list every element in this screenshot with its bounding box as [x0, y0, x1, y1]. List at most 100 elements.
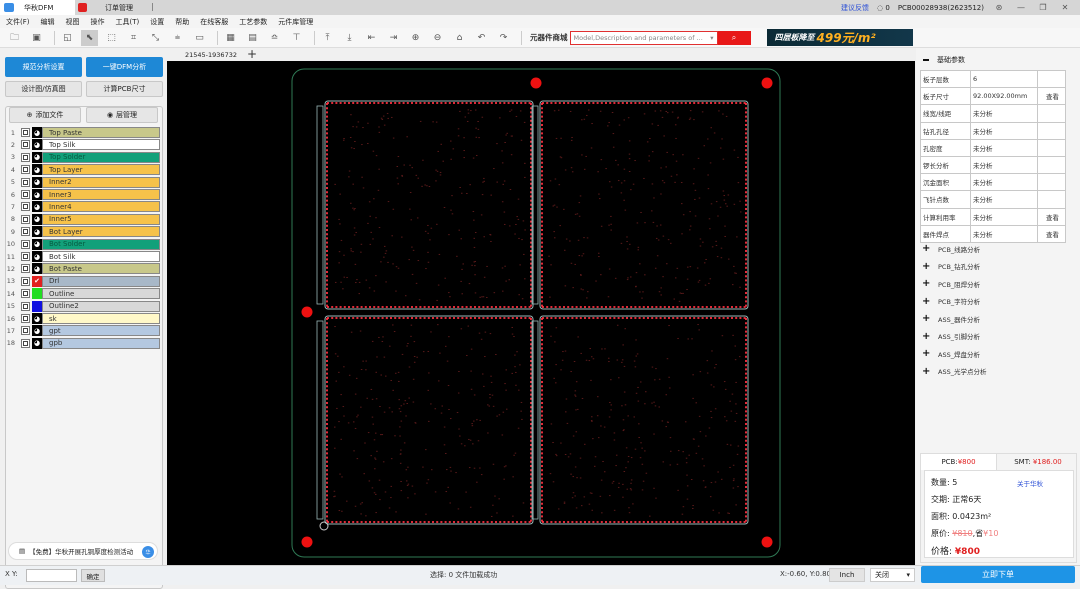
layer-checkbox[interactable]	[21, 276, 30, 286]
expand-icon[interactable]: +	[922, 278, 930, 289]
crop-icon[interactable]: ⌗	[125, 30, 142, 46]
document-tab[interactable]: 21545-1936732	[177, 48, 245, 61]
pcb-view[interactable]	[167, 61, 915, 565]
promo-notice[interactable]: ▤ 【免费】华秋开展孔铜厚度检测活动 华	[8, 542, 158, 560]
layer-checkbox[interactable]	[21, 301, 30, 311]
expand-icon[interactable]: +	[922, 331, 930, 342]
align-left-icon[interactable]: ⇤	[363, 30, 380, 46]
align-icon[interactable]: ⊤	[288, 30, 305, 46]
tab-smt-quote[interactable]: SMT: ¥186.00	[999, 454, 1077, 470]
layer-row[interactable]: 5 ◕ Inner2	[5, 176, 160, 188]
layer-row[interactable]: 17 ◕ gpt	[5, 325, 160, 337]
calc-pcb-size-button[interactable]: 计算PCB尺寸	[86, 81, 163, 97]
view-link[interactable]: 查看	[1037, 224, 1066, 243]
one-click-dfm-button[interactable]: 一键DFM分析	[86, 57, 163, 77]
unit-toggle-button[interactable]: Inch	[829, 568, 865, 582]
layer-row[interactable]: 9 ◕ Bot Layer	[5, 226, 160, 238]
layer-row[interactable]: 6 ◕ Inner3	[5, 189, 160, 200]
analysis-item[interactable]: + ASS_器件分析	[922, 313, 980, 324]
layer-row[interactable]: 11 ◕ Bot Silk	[5, 251, 160, 262]
layer-checkbox[interactable]	[21, 165, 30, 175]
layer-row[interactable]: 12 ◕ Bot Paste	[5, 263, 160, 275]
layer-row[interactable]: 3 ◕ Top Solder	[5, 151, 160, 163]
home-icon[interactable]: ⌂	[451, 30, 468, 46]
menu-help[interactable]: 帮助	[175, 17, 189, 27]
tab-dfm[interactable]: 华秋DFM	[0, 0, 75, 15]
eye-icon[interactable]: ◕	[32, 238, 42, 250]
eye-icon[interactable]: ◕	[32, 164, 42, 176]
about-huaqiu-link[interactable]: 关于华秋	[1017, 478, 1043, 488]
layer-checkbox[interactable]	[21, 140, 30, 150]
connect-icon[interactable]: ⤡	[147, 30, 164, 46]
color-swatch[interactable]	[32, 288, 42, 300]
check-icon[interactable]: ✔	[32, 275, 42, 287]
print-icon[interactable]: ▣	[28, 30, 45, 46]
close-button[interactable]: ✕	[1058, 3, 1072, 12]
layer-row[interactable]: 4 ◕ Top Layer	[5, 164, 160, 176]
eye-icon[interactable]: ◕	[32, 226, 42, 238]
measure-icon[interactable]: ▭	[191, 30, 208, 46]
layer-checkbox[interactable]	[21, 214, 30, 224]
eye-icon[interactable]: ◕	[32, 139, 42, 151]
analysis-item[interactable]: + ASS_焊盘分析	[922, 348, 980, 359]
undo-icon[interactable]: ↶	[473, 30, 490, 46]
menu-process-params[interactable]: 工艺参数	[239, 17, 267, 27]
open-folder-icon[interactable]: 🗀	[6, 30, 23, 46]
eye-icon[interactable]: ◕	[32, 263, 42, 275]
layer-row[interactable]: 7 ◕ Inner4	[5, 201, 160, 213]
layer-checkbox[interactable]	[21, 190, 30, 199]
minimize-button[interactable]: —	[1014, 3, 1028, 12]
tab-pcb-quote[interactable]: PCB: ¥800	[921, 454, 997, 470]
eye-icon[interactable]: ◕	[32, 189, 42, 200]
layer-row[interactable]: 18 ◕ gpb	[5, 337, 160, 349]
layer-checkbox[interactable]	[21, 227, 30, 237]
rule-settings-button[interactable]: 規范分析设置	[5, 57, 82, 77]
layer-checkbox[interactable]	[21, 239, 30, 249]
eye-icon[interactable]: ◕	[32, 337, 42, 349]
window-icon[interactable]: ◱	[59, 30, 76, 46]
add-file-button[interactable]: ⊕ 添加文件	[9, 107, 81, 123]
expand-icon[interactable]: +	[922, 366, 930, 377]
menu-online-service[interactable]: 在线客服	[200, 17, 228, 27]
confirm-button[interactable]: 确定	[81, 569, 105, 582]
align-top-icon[interactable]: ⤒	[319, 30, 336, 46]
expand-icon[interactable]: +	[922, 243, 930, 254]
restore-button[interactable]: ❐	[1036, 3, 1050, 12]
zoom-in-icon[interactable]: ⊕	[407, 30, 424, 46]
layer-checkbox[interactable]	[21, 252, 30, 261]
mode-select[interactable]: 关闭 ▾	[870, 568, 915, 582]
align-right-icon[interactable]: ⇥	[385, 30, 402, 46]
expand-icon[interactable]: +	[922, 348, 930, 359]
menu-component-library[interactable]: 元件库管理	[278, 17, 313, 27]
layer-checkbox[interactable]	[21, 177, 30, 187]
notification-bell[interactable]: ◌ 0	[877, 4, 890, 12]
view-link[interactable]: 查看	[1037, 207, 1066, 226]
basic-params-header[interactable]: 基础参数	[923, 55, 965, 65]
eye-icon[interactable]: ◕	[32, 213, 42, 225]
component-search-input[interactable]: Model,Description and parameters of ... …	[569, 30, 718, 45]
box-select-icon[interactable]: ⬚	[103, 30, 120, 46]
layer-checkbox[interactable]	[21, 289, 30, 299]
layer-row[interactable]: 13 ✔ Drl	[5, 275, 160, 287]
menu-tools[interactable]: 工具(T)	[116, 17, 140, 27]
expand-icon[interactable]: +	[922, 313, 930, 324]
filter-icon[interactable]: ⩧	[169, 30, 186, 46]
redo-icon[interactable]: ↷	[495, 30, 512, 46]
design-sim-button[interactable]: 设计图/仿真图	[5, 81, 82, 97]
layer-row[interactable]: 16 ◕ sk	[5, 313, 160, 324]
layer-checkbox[interactable]	[21, 338, 30, 348]
eye-icon[interactable]: ◕	[32, 313, 42, 324]
menu-settings[interactable]: 设置	[150, 17, 164, 27]
expand-icon[interactable]: +	[922, 261, 930, 272]
layer-checkbox[interactable]	[21, 326, 30, 336]
color-swatch[interactable]	[32, 300, 42, 312]
menu-file[interactable]: 文件(F)	[6, 17, 30, 27]
analysis-item[interactable]: + PCB_字符分析	[922, 296, 980, 307]
tab-order-management[interactable]: 订单管理	[78, 0, 133, 15]
settings-icon[interactable]: ⊛	[992, 3, 1006, 12]
order-now-button[interactable]: 立即下单	[921, 566, 1075, 583]
layer-row[interactable]: 1 ◕ Top Paste	[5, 127, 160, 138]
menu-operate[interactable]: 操作	[91, 17, 105, 27]
eye-icon[interactable]: ◕	[32, 325, 42, 337]
align-bottom-icon[interactable]: ⤓	[341, 30, 358, 46]
